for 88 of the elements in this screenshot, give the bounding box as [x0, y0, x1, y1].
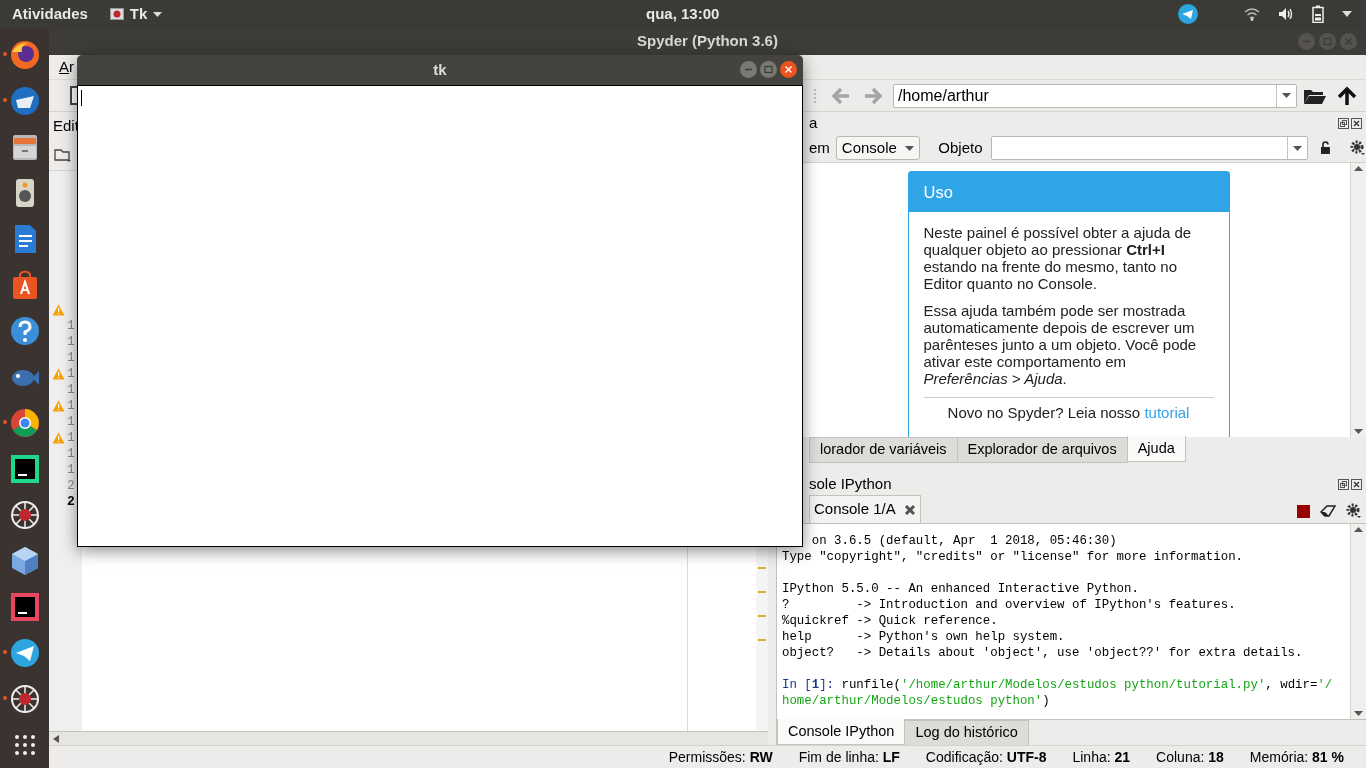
window-title: Spyder (Python 3.6) — [637, 31, 778, 52]
window-icon — [109, 8, 124, 20]
paper-plane-icon[interactable] — [1178, 4, 1198, 24]
status-item: Coluna: 18 — [1156, 747, 1224, 767]
line-number: 1 — [67, 349, 75, 368]
line-number: 2 — [67, 477, 75, 496]
settings-icon[interactable] — [1346, 503, 1362, 519]
caret-icon — [1282, 93, 1291, 98]
caret-icon — [905, 145, 915, 151]
maximize-icon — [1323, 37, 1332, 46]
volume-icon[interactable] — [1278, 7, 1294, 21]
console-line: In [1]: runfile('/home/arthur/Modelos/estudos python/tutorial.py', wdir='/ — [782, 677, 1334, 693]
console-line: help -> Python's own help system. — [782, 630, 1065, 644]
close-icon — [1344, 37, 1353, 46]
pane-title: sole IPython — [809, 474, 892, 495]
field-label: Objeto — [938, 137, 983, 158]
app-menu[interactable]: Tk — [109, 2, 163, 26]
line-number: 1 — [67, 429, 75, 448]
field-label: em — [809, 137, 830, 158]
status-item: Codificação: UTF-8 — [925, 747, 1047, 767]
status-item: Linha: 21 — [1072, 747, 1131, 767]
maximize-icon — [764, 65, 773, 74]
window-title: tk — [433, 59, 447, 80]
close-button[interactable] — [780, 61, 797, 78]
tab[interactable]: Log do histórico — [904, 720, 1029, 746]
console-line: Type "copyright", "credits" or "license" for more information. — [782, 550, 1243, 564]
settings-icon[interactable] — [1350, 140, 1366, 156]
toolbar-icon[interactable] — [70, 86, 77, 105]
close-icon[interactable] — [1351, 117, 1362, 129]
wifi-icon[interactable] — [1244, 7, 1260, 21]
lock-icon[interactable] — [1320, 141, 1332, 155]
console-line: on 3.6.5 (default, Apr 1 2018, 05:46:30) — [811, 534, 1117, 548]
caret-icon — [153, 11, 163, 17]
up-arrow-icon[interactable] — [1337, 85, 1357, 106]
undock-icon[interactable] — [1338, 117, 1349, 129]
help-text: Novo no Spyder? Leia nosso tutorial — [947, 404, 1190, 421]
card-title: Uso — [923, 181, 953, 203]
tab[interactable]: Ajuda — [1126, 436, 1186, 462]
vertical-scrollbar[interactable] — [1350, 163, 1366, 437]
close-icon[interactable] — [903, 503, 916, 516]
line-number: 1 — [67, 317, 75, 336]
console-line: ? -> Introduction and overview of IPython's features. — [782, 598, 1236, 612]
grip-icon — [813, 87, 817, 104]
close-icon[interactable] — [1351, 479, 1362, 490]
minimize-button[interactable] — [740, 61, 757, 78]
console-line: %quickref -> Quick reference. — [782, 614, 998, 628]
status-item: Memória: 81 % — [1249, 747, 1344, 767]
folder-icon[interactable] — [54, 147, 72, 163]
console-line: home/arthur/Modelos/estudos python') — [782, 693, 1051, 709]
line-number: 1 — [67, 381, 75, 400]
horizontal-scrollbar[interactable] — [49, 731, 768, 745]
stop-button[interactable] — [1297, 504, 1310, 518]
line-number: 1 — [67, 397, 75, 416]
caret-icon[interactable] — [1342, 11, 1352, 17]
help-text: Neste painel é possível obter a ajuda de qualquer objeto ao pressionar Ctrl+I estando na frente do mesmo, tanto no Editor quanto no Console. — [923, 224, 1193, 292]
source-dropdown[interactable]: Console — [835, 136, 921, 160]
line-number: 2 — [67, 493, 75, 512]
console-line: object? -> Details about 'object', use 'object??' for extra details. — [782, 646, 1303, 660]
line-number: 1 — [67, 445, 75, 464]
activities-button[interactable]: Atividades — [12, 2, 88, 26]
up-arrow-icon[interactable] — [1354, 527, 1363, 532]
vertical-scrollbar[interactable] — [1350, 524, 1366, 719]
tab[interactable]: Explorador de arquivos — [956, 437, 1128, 463]
line-number: 1 — [67, 333, 75, 352]
status-item: Fim de linha: LF — [798, 747, 900, 767]
pane-title: a — [809, 112, 818, 133]
eraser-icon[interactable] — [1320, 505, 1336, 517]
tab[interactable]: Console IPython — [777, 719, 906, 745]
battery-icon[interactable] — [1312, 5, 1324, 23]
close-icon — [784, 65, 793, 74]
line-number: 1 — [67, 413, 75, 432]
line-number: 1 — [67, 461, 75, 480]
caret-icon — [1293, 145, 1303, 151]
up-arrow-icon[interactable] — [1354, 166, 1363, 171]
down-arrow-icon[interactable] — [1354, 429, 1363, 434]
undock-icon[interactable] — [1338, 479, 1349, 490]
menu-item[interactable]: Ar — [59, 55, 74, 79]
help-text: Essa ajuda também pode ser mostrada automaticamente depois de escrever um parênteses junto a um objeto. Você pode ativar este comportamento em Preferências > Ajuda. — [923, 302, 1198, 387]
console-line: IPython 5.5.0 -- An enhanced Interactive Python. — [782, 582, 1139, 596]
tab[interactable]: lorador de variáveis — [809, 437, 958, 463]
line-number: 1 — [67, 365, 75, 384]
path-combobox[interactable]: /home/arthur — [893, 83, 1297, 108]
status-item: Permissões: RW — [668, 747, 773, 767]
left-arrow-icon[interactable] — [53, 734, 59, 743]
console-tab[interactable]: Console 1/A — [809, 495, 921, 523]
down-arrow-icon[interactable] — [1354, 711, 1363, 716]
clock[interactable]: qua, 13:00 — [646, 2, 720, 26]
pane-title: Edit — [53, 115, 79, 136]
